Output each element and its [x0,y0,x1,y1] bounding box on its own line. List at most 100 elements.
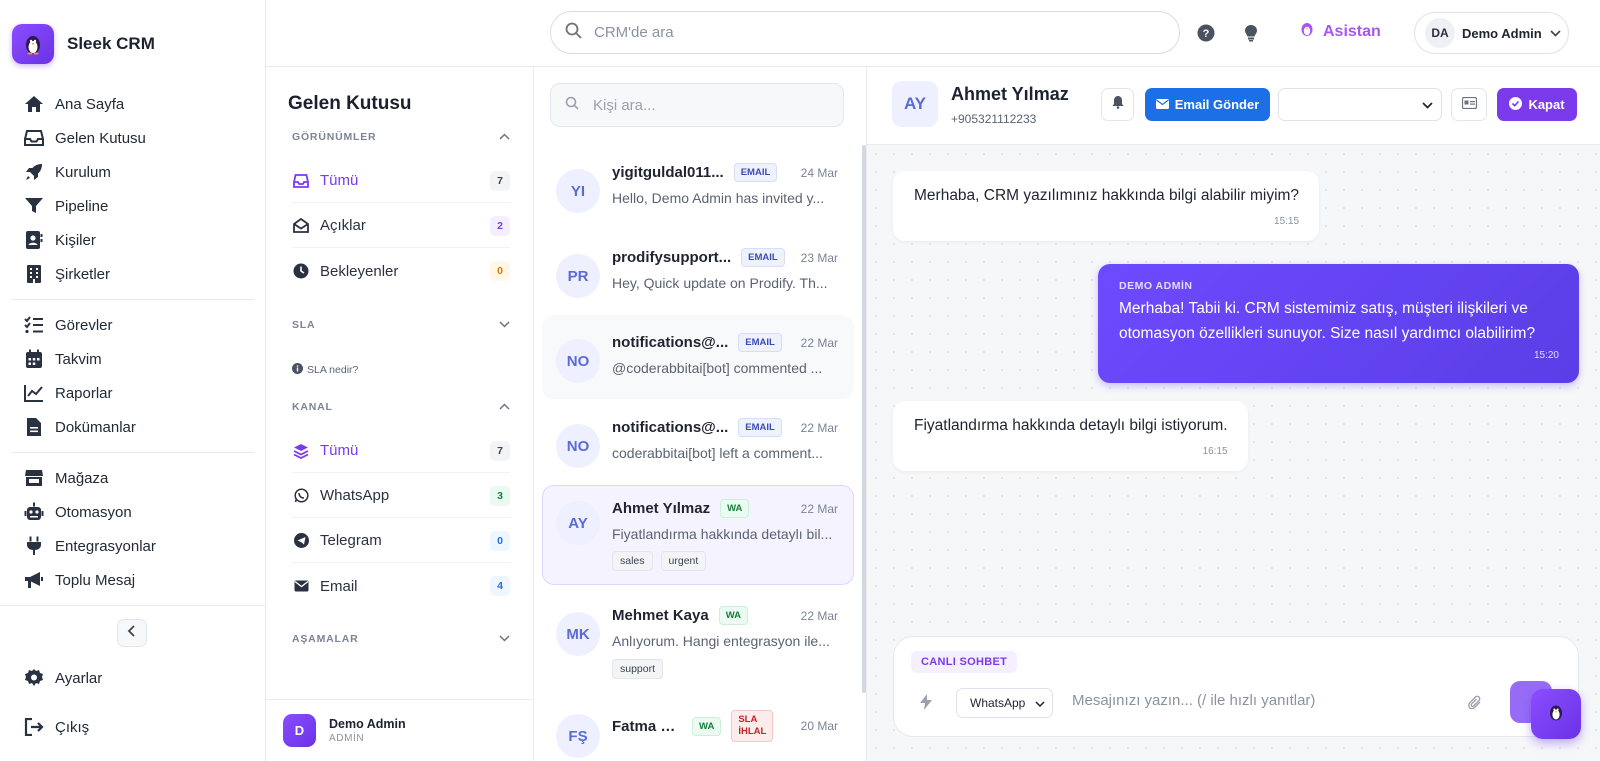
status-select[interactable] [1278,88,1442,121]
user-menu[interactable]: DA Demo Admin [1414,12,1569,54]
contact-name: Fatma Ş... [612,717,682,735]
scrollbar[interactable] [862,145,866,693]
lightbulb-icon[interactable] [1240,22,1262,44]
label-chip[interactable]: support [612,659,664,679]
sidebar-item-inbox[interactable]: Gelen Kutusu [0,121,266,155]
telegram-icon [292,533,310,548]
chevron-left-icon [127,624,137,642]
conversation-date: 22 Mar [800,335,838,350]
sidebar-item-settings[interactable]: Ayarlar [0,661,266,695]
sidebar-item-home[interactable]: Ana Sayfa [0,87,266,121]
view-label: Tümü [320,172,359,189]
channel-telegram[interactable]: Telegram 0 [292,519,510,563]
layers-icon [292,443,310,459]
chevron-down-icon [499,319,510,331]
message-sender: DEMO ADMİN [1119,280,1193,292]
send-email-button[interactable]: Email Gönder [1145,88,1270,121]
label-chip[interactable]: urgent [660,551,707,571]
lightning-icon[interactable] [920,694,932,715]
chevron-down-icon [499,633,510,645]
conversation-item[interactable]: YI yigitguldal011... EMAIL 24 Mar Hello,… [542,145,854,229]
conversation-item[interactable]: PR prodifysupport... EMAIL 23 Mar Hey, Q… [542,230,854,314]
store-icon [23,467,45,489]
message-snippet: coderabbitai[bot] left a comment... [612,445,823,461]
channel-label: Email [320,577,358,595]
channel-tag: WA [720,499,750,518]
outgoing-message: DEMO ADMİN Merhaba! Tabii ki. CRM sistem… [1098,264,1579,383]
current-user-card[interactable]: D Demo Admin ADMİN [266,699,534,761]
sidebar-item-companies[interactable]: Şirketler [0,257,266,291]
sidebar-item-label: Kişiler [55,231,96,249]
building-icon [23,263,45,285]
avatar: PR [556,254,600,298]
sidebar-item-setup[interactable]: Kurulum [0,155,266,189]
global-search[interactable] [550,11,1180,54]
chevron-up-icon [499,131,510,143]
conversation-item[interactable]: FŞ Fatma Ş... WA SLA İHLAL 20 Mar [542,702,854,761]
global-search-input[interactable] [594,24,1154,41]
close-conversation-button[interactable]: Kapat [1497,88,1577,121]
notification-button[interactable] [1101,88,1134,121]
message-thread: Merhaba, CRM yazılımınız hakkında bilgi … [867,145,1600,761]
count-badge: 7 [490,170,510,191]
sidebar-item-store[interactable]: Mağaza [0,461,266,495]
plug-icon [23,535,45,557]
paperclip-icon[interactable] [1468,695,1482,715]
tasks-icon [23,314,45,336]
contact-search-input[interactable] [593,96,823,114]
brand-name: Sleek CRM [67,34,155,53]
sidebar-item-tasks[interactable]: Görevler [0,308,266,342]
sidebar-item-pipeline[interactable]: Pipeline [0,189,266,223]
conversation-item[interactable]: MK Mehmet Kaya WA 22 Mar Anlıyorum. Hang… [542,588,854,692]
conversation-item[interactable]: NO notifications@... EMAIL 22 Mar @coder… [542,315,854,399]
views-section-header[interactable]: GÖRÜNÜMLER [292,131,510,143]
sidebar-collapse-button[interactable] [117,619,147,647]
view-open[interactable]: Açıklar 2 [292,204,510,248]
channel-whatsapp[interactable]: WhatsApp 3 [292,474,510,518]
crm-app: Sleek CRM Ana Sayfa Gelen Kutusu Kurulum… [0,0,1600,761]
conversation-item-selected[interactable]: AY Ahmet Yılmaz WA 22 Mar Fiyatlandırma … [542,485,854,585]
label-chip[interactable]: sales [612,551,653,571]
sidebar-nav-main: Ana Sayfa Gelen Kutusu Kurulum Pipeline … [0,87,266,597]
sidebar-item-contacts[interactable]: Kişiler [0,223,266,257]
inbox-icon [23,127,45,149]
sla-hint-label: SLA nedir? [307,364,359,376]
sidebar-item-bulk-message[interactable]: Toplu Mesaj [0,563,266,597]
sidebar: Sleek CRM Ana Sayfa Gelen Kutusu Kurulum… [0,0,266,761]
avatar: D [283,714,316,747]
incoming-message: Merhaba, CRM yazılımınız hakkında bilgi … [893,171,1320,241]
message-input[interactable] [1072,692,1452,709]
brand[interactable]: Sleek CRM [12,24,155,64]
sla-section-header[interactable]: SLA [292,319,510,331]
stages-section-header[interactable]: AŞAMALAR [292,633,510,645]
sla-help-link[interactable]: SLA nedir? [292,363,358,377]
sidebar-item-logout[interactable]: Çıkış [0,710,266,744]
conversation-item[interactable]: NO notifications@... EMAIL 22 Mar codera… [542,400,854,484]
channel-tag: EMAIL [738,333,782,352]
rocket-icon [23,161,45,183]
sidebar-item-automation[interactable]: Otomasyon [0,495,266,529]
message-snippet: Hello, Demo Admin has invited y... [612,190,825,206]
user-role: ADMİN [329,733,365,744]
assistant-label: Asistan [1323,22,1381,40]
contact-phone: +905321112233 [951,112,1037,126]
help-icon[interactable]: ? [1195,22,1217,44]
page-title: Gelen Kutusu [288,93,412,114]
channel-section-header[interactable]: KANAL [292,401,510,413]
sidebar-item-integrations[interactable]: Entegrasyonlar [0,529,266,563]
live-chat-mode-badge[interactable]: CANLI SOHBET [911,651,1018,673]
view-all[interactable]: Tümü 7 [292,159,510,203]
view-pending[interactable]: Bekleyenler 0 [292,249,510,293]
contact-search[interactable] [550,83,844,127]
channel-all[interactable]: Tümü 7 [292,429,510,473]
sidebar-item-calendar[interactable]: Takvim [0,342,266,376]
assistant-fab-button[interactable] [1531,689,1581,739]
envelope-icon [292,580,310,592]
channel-select[interactable]: WhatsApp [956,688,1053,718]
sidebar-item-label: Görevler [55,316,113,334]
sidebar-item-documents[interactable]: Dokümanlar [0,410,266,444]
contact-card-button[interactable] [1451,88,1487,121]
channel-email[interactable]: Email 4 [292,564,510,608]
assistant-button[interactable]: Asistan [1300,21,1381,42]
sidebar-item-reports[interactable]: Raporlar [0,376,266,410]
